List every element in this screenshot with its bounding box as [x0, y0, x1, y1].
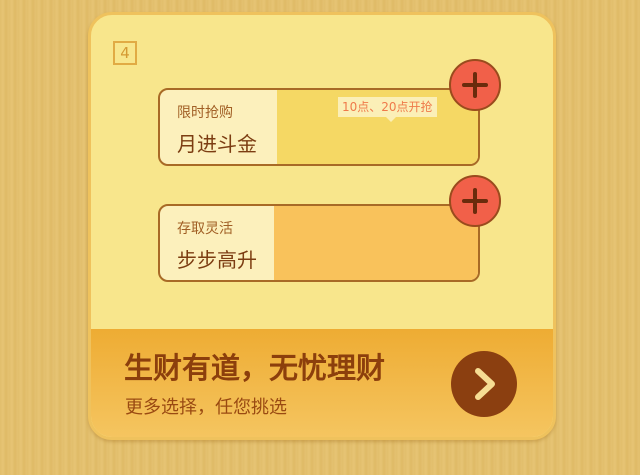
promo-card: 4 限时抢购 月进斗金 10点、20点开抢 存取灵活 步步高升 生财有道，无忧理…: [88, 12, 556, 440]
footer-headline: 生财有道，无忧理财: [124, 351, 386, 385]
sale-time-tooltip: 10点、20点开抢: [338, 97, 437, 122]
product-card-flexible[interactable]: 存取灵活 步步高升: [158, 204, 480, 282]
plus-icon: [451, 177, 499, 225]
product-sub-label: 限时抢购: [177, 105, 233, 121]
product-card-fill: [274, 206, 478, 280]
go-button[interactable]: [451, 351, 517, 417]
product-sub-label: 存取灵活: [177, 221, 233, 237]
chevron-right-icon: [475, 368, 495, 400]
plus-icon: [451, 61, 499, 109]
product-main-label: 步步高升: [177, 248, 257, 272]
add-product-button-monthly[interactable]: [449, 59, 501, 111]
step-number-badge: 4: [113, 41, 137, 65]
promo-footer: 生财有道，无忧理财 更多选择，任您挑选: [91, 329, 553, 437]
add-product-button-flexible[interactable]: [449, 175, 501, 227]
footer-subline: 更多选择，任您挑选: [125, 397, 287, 418]
product-main-label: 月进斗金: [177, 132, 257, 156]
